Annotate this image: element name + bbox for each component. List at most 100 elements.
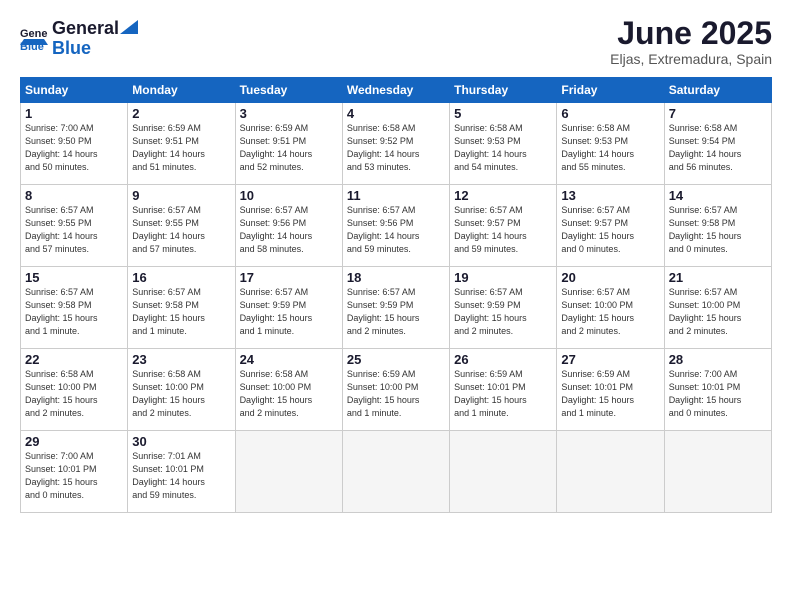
- week-row-1: 1Sunrise: 7:00 AM Sunset: 9:50 PM Daylig…: [21, 103, 772, 185]
- cell-w1-d6: 7Sunrise: 6:58 AM Sunset: 9:54 PM Daylig…: [664, 103, 771, 185]
- day-info: Sunrise: 6:57 AM Sunset: 9:57 PM Dayligh…: [561, 204, 659, 256]
- day-info: Sunrise: 6:57 AM Sunset: 9:59 PM Dayligh…: [347, 286, 445, 338]
- cell-w1-d4: 5Sunrise: 6:58 AM Sunset: 9:53 PM Daylig…: [450, 103, 557, 185]
- day-number: 1: [25, 106, 123, 121]
- day-info: Sunrise: 6:57 AM Sunset: 9:58 PM Dayligh…: [669, 204, 767, 256]
- cell-w5-d4: [450, 431, 557, 513]
- cell-w1-d2: 3Sunrise: 6:59 AM Sunset: 9:51 PM Daylig…: [235, 103, 342, 185]
- cell-w3-d6: 21Sunrise: 6:57 AM Sunset: 10:00 PM Dayl…: [664, 267, 771, 349]
- cell-w2-d2: 10Sunrise: 6:57 AM Sunset: 9:56 PM Dayli…: [235, 185, 342, 267]
- header-wednesday: Wednesday: [342, 78, 449, 103]
- day-number: 2: [132, 106, 230, 121]
- day-number: 28: [669, 352, 767, 367]
- header-sunday: Sunday: [21, 78, 128, 103]
- cell-w5-d6: [664, 431, 771, 513]
- calendar-title: June 2025: [610, 16, 772, 51]
- day-info: Sunrise: 7:00 AM Sunset: 9:50 PM Dayligh…: [25, 122, 123, 174]
- day-number: 5: [454, 106, 552, 121]
- day-info: Sunrise: 7:01 AM Sunset: 10:01 PM Daylig…: [132, 450, 230, 502]
- day-number: 26: [454, 352, 552, 367]
- cell-w2-d4: 12Sunrise: 6:57 AM Sunset: 9:57 PM Dayli…: [450, 185, 557, 267]
- day-info: Sunrise: 6:57 AM Sunset: 9:56 PM Dayligh…: [240, 204, 338, 256]
- day-info: Sunrise: 6:57 AM Sunset: 9:58 PM Dayligh…: [25, 286, 123, 338]
- day-info: Sunrise: 6:59 AM Sunset: 10:00 PM Daylig…: [347, 368, 445, 420]
- day-number: 20: [561, 270, 659, 285]
- cell-w2-d6: 14Sunrise: 6:57 AM Sunset: 9:58 PM Dayli…: [664, 185, 771, 267]
- day-info: Sunrise: 6:57 AM Sunset: 9:59 PM Dayligh…: [240, 286, 338, 338]
- week-row-4: 22Sunrise: 6:58 AM Sunset: 10:00 PM Dayl…: [21, 349, 772, 431]
- day-info: Sunrise: 6:59 AM Sunset: 10:01 PM Daylig…: [561, 368, 659, 420]
- day-number: 17: [240, 270, 338, 285]
- cell-w3-d1: 16Sunrise: 6:57 AM Sunset: 9:58 PM Dayli…: [128, 267, 235, 349]
- logo-general-text: General: [52, 19, 119, 39]
- day-info: Sunrise: 6:57 AM Sunset: 9:55 PM Dayligh…: [132, 204, 230, 256]
- cell-w3-d3: 18Sunrise: 6:57 AM Sunset: 9:59 PM Dayli…: [342, 267, 449, 349]
- header-friday: Friday: [557, 78, 664, 103]
- day-number: 8: [25, 188, 123, 203]
- title-block: June 2025 Eljas, Extremadura, Spain: [610, 16, 772, 67]
- day-number: 30: [132, 434, 230, 449]
- cell-w1-d0: 1Sunrise: 7:00 AM Sunset: 9:50 PM Daylig…: [21, 103, 128, 185]
- day-info: Sunrise: 7:00 AM Sunset: 10:01 PM Daylig…: [25, 450, 123, 502]
- day-number: 21: [669, 270, 767, 285]
- cell-w4-d2: 24Sunrise: 6:58 AM Sunset: 10:00 PM Dayl…: [235, 349, 342, 431]
- day-info: Sunrise: 6:58 AM Sunset: 9:53 PM Dayligh…: [454, 122, 552, 174]
- day-info: Sunrise: 6:59 AM Sunset: 9:51 PM Dayligh…: [240, 122, 338, 174]
- day-number: 11: [347, 188, 445, 203]
- svg-text:Blue: Blue: [20, 41, 44, 51]
- header-monday: Monday: [128, 78, 235, 103]
- week-row-3: 15Sunrise: 6:57 AM Sunset: 9:58 PM Dayli…: [21, 267, 772, 349]
- cell-w5-d5: [557, 431, 664, 513]
- cell-w4-d4: 26Sunrise: 6:59 AM Sunset: 10:01 PM Dayl…: [450, 349, 557, 431]
- header-thursday: Thursday: [450, 78, 557, 103]
- cell-w4-d1: 23Sunrise: 6:58 AM Sunset: 10:00 PM Dayl…: [128, 349, 235, 431]
- day-info: Sunrise: 6:58 AM Sunset: 9:54 PM Dayligh…: [669, 122, 767, 174]
- day-number: 3: [240, 106, 338, 121]
- day-number: 16: [132, 270, 230, 285]
- week-row-5: 29Sunrise: 7:00 AM Sunset: 10:01 PM Dayl…: [21, 431, 772, 513]
- logo-blue-text: Blue: [52, 38, 91, 58]
- day-number: 19: [454, 270, 552, 285]
- logo-icon: General Blue: [20, 23, 48, 51]
- day-number: 24: [240, 352, 338, 367]
- day-info: Sunrise: 6:58 AM Sunset: 10:00 PM Daylig…: [240, 368, 338, 420]
- logo-triangle-icon: [120, 16, 138, 34]
- day-info: Sunrise: 6:58 AM Sunset: 9:53 PM Dayligh…: [561, 122, 659, 174]
- day-number: 10: [240, 188, 338, 203]
- day-number: 27: [561, 352, 659, 367]
- day-info: Sunrise: 6:57 AM Sunset: 9:57 PM Dayligh…: [454, 204, 552, 256]
- cell-w4-d0: 22Sunrise: 6:58 AM Sunset: 10:00 PM Dayl…: [21, 349, 128, 431]
- cell-w4-d3: 25Sunrise: 6:59 AM Sunset: 10:00 PM Dayl…: [342, 349, 449, 431]
- cell-w5-d0: 29Sunrise: 7:00 AM Sunset: 10:01 PM Dayl…: [21, 431, 128, 513]
- cell-w3-d0: 15Sunrise: 6:57 AM Sunset: 9:58 PM Dayli…: [21, 267, 128, 349]
- cell-w3-d2: 17Sunrise: 6:57 AM Sunset: 9:59 PM Dayli…: [235, 267, 342, 349]
- calendar-table: Sunday Monday Tuesday Wednesday Thursday…: [20, 77, 772, 513]
- cell-w3-d4: 19Sunrise: 6:57 AM Sunset: 9:59 PM Dayli…: [450, 267, 557, 349]
- cell-w5-d1: 30Sunrise: 7:01 AM Sunset: 10:01 PM Dayl…: [128, 431, 235, 513]
- day-number: 12: [454, 188, 552, 203]
- day-number: 13: [561, 188, 659, 203]
- cell-w2-d1: 9Sunrise: 6:57 AM Sunset: 9:55 PM Daylig…: [128, 185, 235, 267]
- day-number: 7: [669, 106, 767, 121]
- cell-w2-d0: 8Sunrise: 6:57 AM Sunset: 9:55 PM Daylig…: [21, 185, 128, 267]
- day-info: Sunrise: 6:59 AM Sunset: 10:01 PM Daylig…: [454, 368, 552, 420]
- logo: General Blue General Blue: [20, 16, 139, 59]
- day-info: Sunrise: 6:58 AM Sunset: 10:00 PM Daylig…: [132, 368, 230, 420]
- day-number: 14: [669, 188, 767, 203]
- day-number: 23: [132, 352, 230, 367]
- cell-w5-d3: [342, 431, 449, 513]
- day-number: 15: [25, 270, 123, 285]
- cell-w1-d5: 6Sunrise: 6:58 AM Sunset: 9:53 PM Daylig…: [557, 103, 664, 185]
- header-tuesday: Tuesday: [235, 78, 342, 103]
- header-saturday: Saturday: [664, 78, 771, 103]
- day-info: Sunrise: 6:57 AM Sunset: 10:00 PM Daylig…: [561, 286, 659, 338]
- day-info: Sunrise: 6:58 AM Sunset: 9:52 PM Dayligh…: [347, 122, 445, 174]
- cell-w5-d2: [235, 431, 342, 513]
- day-number: 25: [347, 352, 445, 367]
- cell-w3-d5: 20Sunrise: 6:57 AM Sunset: 10:00 PM Dayl…: [557, 267, 664, 349]
- day-info: Sunrise: 6:59 AM Sunset: 9:51 PM Dayligh…: [132, 122, 230, 174]
- cell-w4-d6: 28Sunrise: 7:00 AM Sunset: 10:01 PM Dayl…: [664, 349, 771, 431]
- day-number: 18: [347, 270, 445, 285]
- day-info: Sunrise: 6:57 AM Sunset: 9:55 PM Dayligh…: [25, 204, 123, 256]
- day-info: Sunrise: 6:57 AM Sunset: 9:56 PM Dayligh…: [347, 204, 445, 256]
